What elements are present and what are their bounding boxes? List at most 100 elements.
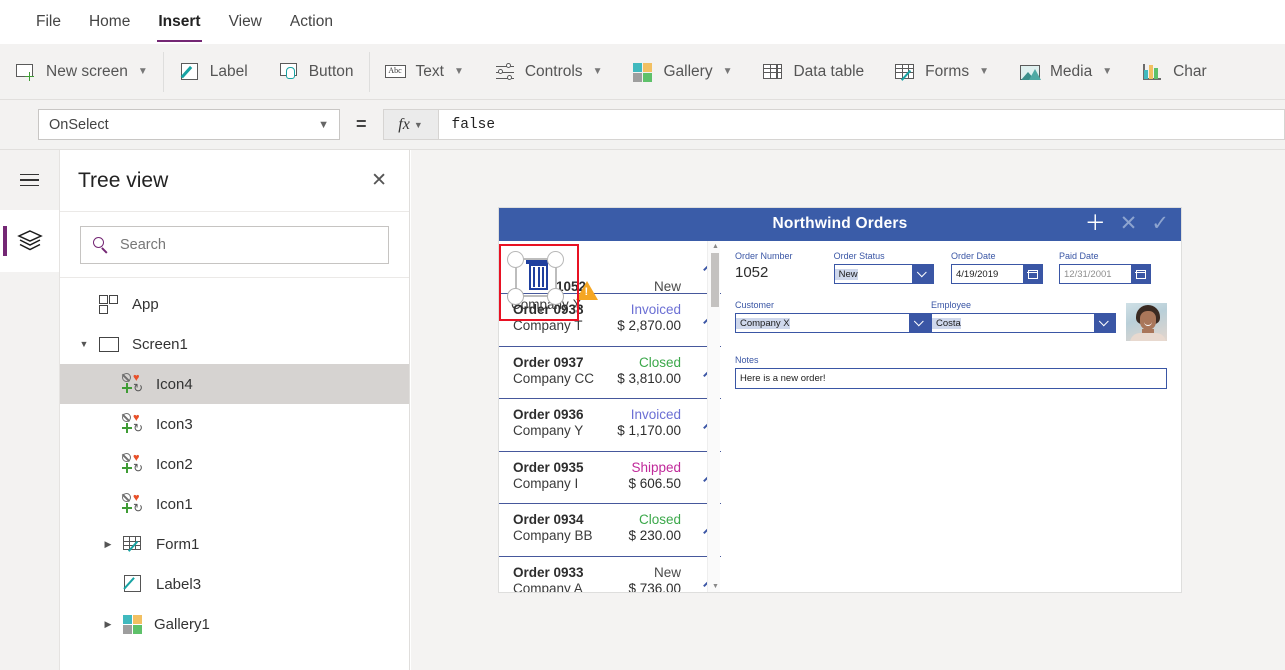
- app-header-actions: ＋ ✕ ✓: [1085, 212, 1169, 236]
- ribbon-group-0: New screen ▼: [0, 44, 163, 100]
- property-select[interactable]: OnSelect ▼: [38, 109, 340, 140]
- form-icon: [122, 533, 146, 555]
- ribbon-button-media[interactable]: Media ▼: [1004, 50, 1127, 94]
- chevron-down-icon: ▼: [722, 66, 733, 77]
- scroll-down-icon[interactable]: ▼: [712, 583, 719, 590]
- ribbon-group-1: Label Button: [164, 44, 369, 100]
- ribbon-button-new-screen[interactable]: New screen ▼: [0, 50, 163, 94]
- ribbon-button-label: Forms: [925, 62, 970, 80]
- chevron-down-icon[interactable]: [1094, 314, 1115, 332]
- confirm-icon[interactable]: ✓: [1151, 212, 1169, 236]
- selection-box[interactable]: [499, 244, 579, 321]
- row-status: New: [653, 279, 681, 294]
- menu-item-home[interactable]: Home: [75, 0, 144, 44]
- close-icon[interactable]: ✕: [371, 171, 387, 190]
- formula-input[interactable]: false: [438, 109, 1285, 140]
- cancel-icon[interactable]: ✕: [1120, 212, 1138, 236]
- search-input[interactable]: Search: [80, 226, 389, 264]
- resize-handle-top-left[interactable]: [507, 251, 524, 268]
- forms-icon: [894, 61, 916, 83]
- ribbon-button-label[interactable]: Label: [164, 50, 263, 94]
- chevron-down-icon: ▼: [979, 66, 989, 77]
- customer-dropdown[interactable]: Company X: [735, 313, 931, 333]
- notes-label: Notes: [735, 355, 759, 365]
- tree-list: App ▼ Screen1 ♥ ↻ Icon4 ♥ ↻ Icon3 ♥ ↻ Icon2 ♥ ↻ Icon1 ▶…: [60, 278, 409, 644]
- icon-control-icon: ♥ ↻: [121, 413, 146, 435]
- gallery-row[interactable]: Order 0933 New Company A $ 736.00: [499, 557, 721, 593]
- expand-twisty-icon[interactable]: ▼: [76, 339, 92, 349]
- menu-item-action[interactable]: Action: [276, 0, 347, 44]
- search-placeholder: Search: [120, 237, 166, 253]
- tree-item-screen1[interactable]: ▼ Screen1: [60, 324, 409, 364]
- tree-view-layers-icon[interactable]: [0, 210, 59, 272]
- row-company: Company A: [513, 580, 583, 593]
- gallery-row-selected[interactable]: 1052 Company X New: [499, 241, 721, 321]
- hamburger-menu-icon[interactable]: [0, 150, 59, 210]
- tree-item-gallery1[interactable]: ▶ Gallery1: [60, 604, 409, 644]
- tree-search-wrapper: Search: [60, 212, 409, 278]
- tree-item-form1[interactable]: ▶ Form1: [60, 524, 409, 564]
- ribbon-button-button[interactable]: Button: [263, 50, 369, 94]
- chevron-down-icon[interactable]: [911, 265, 933, 283]
- app-title: Northwind Orders: [772, 215, 908, 232]
- order-date-value: 4/19/2019: [956, 268, 999, 280]
- ribbon-button-text[interactable]: Abc Text ▼: [370, 50, 479, 94]
- customer-label: Customer: [735, 300, 775, 310]
- employee-dropdown[interactable]: Costa: [931, 313, 1116, 333]
- tree-item-icon2[interactable]: ♥ ↻ Icon2: [60, 444, 409, 484]
- paid-date-field[interactable]: 12/31/2001: [1059, 264, 1151, 284]
- tree-item-app[interactable]: App: [60, 284, 409, 324]
- customer-value: Company X: [736, 317, 790, 329]
- ribbon-group-2: Abc Text ▼ Controls ▼ Gallery ▼ Data table Forms…: [370, 44, 1222, 100]
- ribbon-button-controls[interactable]: Controls ▼: [479, 50, 618, 94]
- chevron-down-icon: ▼: [453, 66, 464, 77]
- tree-view-panel: Tree view ✕ Search App ▼ Screen1 ♥ ↻ Icon4 ♥ ↻ I…: [60, 150, 410, 670]
- ribbon-button-data-table[interactable]: Data table: [747, 50, 879, 94]
- gallery-row[interactable]: Order 0934 Closed Company BB $ 230.00: [499, 504, 721, 557]
- order-status-value: New: [834, 268, 858, 280]
- resize-handle-top-right[interactable]: [547, 251, 564, 268]
- ribbon-button-gallery[interactable]: Gallery ▼: [617, 50, 747, 94]
- gallery-row[interactable]: Order 0936 Invoiced Company Y $ 1,170.00: [499, 399, 721, 452]
- scroll-up-icon[interactable]: ▲: [712, 243, 719, 250]
- icon-control-icon: ♥ ↻: [121, 373, 146, 395]
- fx-button[interactable]: fx ▼: [382, 109, 439, 140]
- icon-control-icon: ♥ ↻: [121, 493, 146, 515]
- tree-item-icon1[interactable]: ♥ ↻ Icon1: [60, 484, 409, 524]
- property-select-value: OnSelect: [49, 116, 109, 133]
- tree-item-icon4[interactable]: ♥ ↻ Icon4: [60, 364, 409, 404]
- resize-handle-bottom-right[interactable]: [547, 288, 564, 305]
- row-order-number: Order 0933: [513, 564, 584, 580]
- expand-twisty-icon[interactable]: ▶: [100, 539, 116, 550]
- tree-item-label: Label3: [156, 575, 202, 593]
- menu-item-file[interactable]: File: [22, 0, 75, 44]
- calendar-icon[interactable]: [1131, 265, 1150, 283]
- ribbon-button-char[interactable]: Char: [1127, 50, 1222, 94]
- tree-item-icon3[interactable]: ♥ ↻ Icon3: [60, 404, 409, 444]
- gallery-row[interactable]: Order 0937 Closed Company CC $ 3,810.00: [499, 347, 721, 399]
- chevron-down-icon: ▼: [592, 66, 603, 77]
- gallery-scrollbar[interactable]: ▲ ▼: [707, 241, 720, 592]
- notes-input[interactable]: Here is a new order!: [735, 368, 1167, 389]
- gallery-row[interactable]: Order 0935 Shipped Company I $ 606.50: [499, 452, 721, 504]
- chevron-down-icon[interactable]: [909, 314, 930, 332]
- menu-item-insert[interactable]: Insert: [144, 0, 214, 44]
- order-number-value: 1052: [735, 264, 769, 281]
- layers-glyph: [16, 230, 43, 252]
- order-date-field[interactable]: 4/19/2019: [951, 264, 1043, 284]
- tree-item-label: App: [132, 295, 159, 313]
- label-icon: [179, 61, 201, 83]
- calendar-icon[interactable]: [1023, 265, 1042, 283]
- tree-item-label: Icon1: [156, 495, 193, 513]
- orders-gallery[interactable]: 1052 Company X New ! Order 0938 Invoiced…: [499, 241, 721, 592]
- resize-handle-bottom-left[interactable]: [507, 288, 524, 305]
- scrollbar-thumb[interactable]: [710, 253, 719, 307]
- insert-ribbon: New screen ▼ Label Button Abc Text ▼ Controls ▼ G…: [0, 44, 1285, 100]
- menu-item-view[interactable]: View: [215, 0, 276, 44]
- ribbon-button-forms[interactable]: Forms ▼: [879, 50, 1004, 94]
- order-status-dropdown[interactable]: New: [833, 264, 934, 284]
- add-icon[interactable]: ＋: [1085, 212, 1106, 236]
- tree-item-label3[interactable]: Label3: [60, 564, 409, 604]
- expand-twisty-icon[interactable]: ▶: [100, 619, 116, 630]
- row-company: Company BB: [513, 528, 593, 543]
